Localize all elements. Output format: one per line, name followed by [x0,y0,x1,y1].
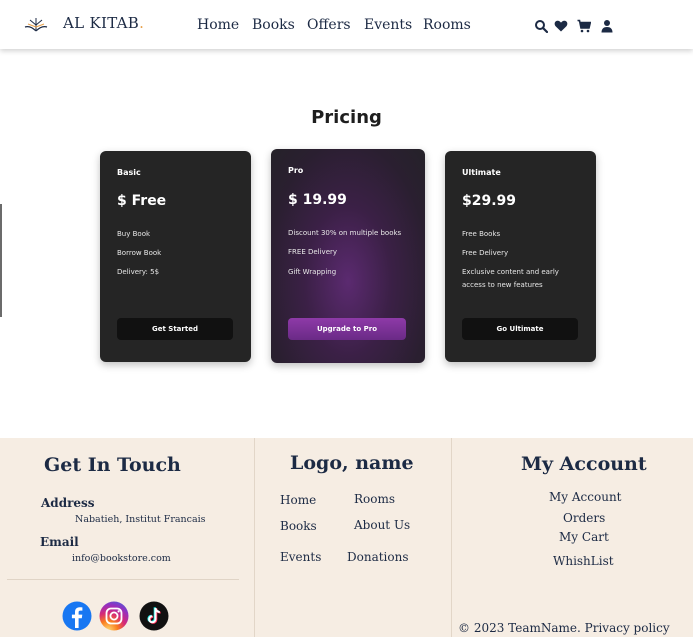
go-ultimate-button[interactable]: Go Ultimate [462,318,578,340]
footer-divider [7,579,239,580]
plan-feature: Gift Wrapping [288,268,337,276]
footer-link-rooms[interactable]: Rooms [354,492,395,506]
plan-feature: Buy Book [117,230,151,238]
footer-link-about-us[interactable]: About Us [354,518,410,532]
footer-logo-name: Logo, name [290,452,414,474]
plan-card-ultimate: Ultimate $29.99 Free Books Free Delivery… [445,151,596,362]
plan-card-basic: Basic $ Free Buy Book Borrow Book Delive… [100,151,251,362]
plan-feature: Free Books [462,230,501,238]
footer-link-wishlist[interactable]: WhishList [553,554,614,568]
instagram-icon[interactable] [99,601,129,631]
footer-link-home[interactable]: Home [280,493,316,507]
nav-books[interactable]: Books [252,17,295,33]
email-value[interactable]: info@bookstore.com [72,553,171,564]
nav-offers[interactable]: Offers [307,17,351,33]
plan-name: Basic [117,168,141,177]
get-in-touch-title: Get In Touch [44,454,181,476]
tiktok-icon[interactable] [139,601,169,631]
brand-name[interactable]: AL KITAB. [63,14,144,32]
plan-feature: Borrow Book [117,249,162,257]
plan-feature: FREE Delivery [288,248,338,256]
plan-feature: Delivery: 5$ [117,268,160,276]
address-value: Nabatieh, Institut Francais [75,514,206,525]
book-logo-icon[interactable] [24,15,48,33]
footer-link-donations[interactable]: Donations [347,550,409,564]
top-navbar: AL KITAB. Home Books Offers Events Rooms [0,0,693,49]
plan-name: Pro [288,166,304,175]
copyright-text: © 2023 TeamName. Privacy policy [458,621,670,635]
address-label: Address [41,496,95,510]
brand-dot: . [139,14,145,32]
footer-link-my-cart[interactable]: My Cart [559,530,609,544]
footer-link-orders[interactable]: Orders [563,511,605,525]
nav-events[interactable]: Events [364,17,412,33]
nav-rooms[interactable]: Rooms [423,17,471,33]
footer-divider-vertical [254,438,255,637]
footer-divider-vertical [451,438,452,637]
carousel-edge [0,204,2,317]
nav-home[interactable]: Home [197,17,239,33]
plan-feature: Free Delivery [462,249,509,257]
plan-card-pro: Pro $ 19.99 Discount 30% on multiple boo… [271,149,425,363]
plan-price: $29.99 [462,193,517,209]
plan-name: Ultimate [462,168,501,177]
get-started-button[interactable]: Get Started [117,318,233,340]
upgrade-to-pro-button[interactable]: Upgrade to Pro [288,318,406,340]
user-icon[interactable] [600,19,614,33]
plan-feature: Discount 30% on multiple books [288,229,402,237]
facebook-icon[interactable] [62,601,92,631]
plan-feature: Exclusive content and early access to ne… [462,268,559,289]
email-label: Email [40,535,79,549]
heart-icon[interactable] [554,19,568,33]
cart-icon[interactable] [577,19,591,33]
plan-price: $ 19.99 [288,192,347,208]
footer-link-my-account[interactable]: My Account [549,490,622,504]
footer: Get In Touch Address Nabatieh, Institut … [0,438,693,637]
plan-price: $ Free [117,193,167,209]
search-icon[interactable] [534,19,548,33]
footer-link-books[interactable]: Books [280,519,317,533]
pricing-title: Pricing [311,107,382,128]
brand-text: AL KITAB [63,14,140,32]
footer-link-events[interactable]: Events [280,550,321,564]
my-account-title: My Account [521,453,647,475]
